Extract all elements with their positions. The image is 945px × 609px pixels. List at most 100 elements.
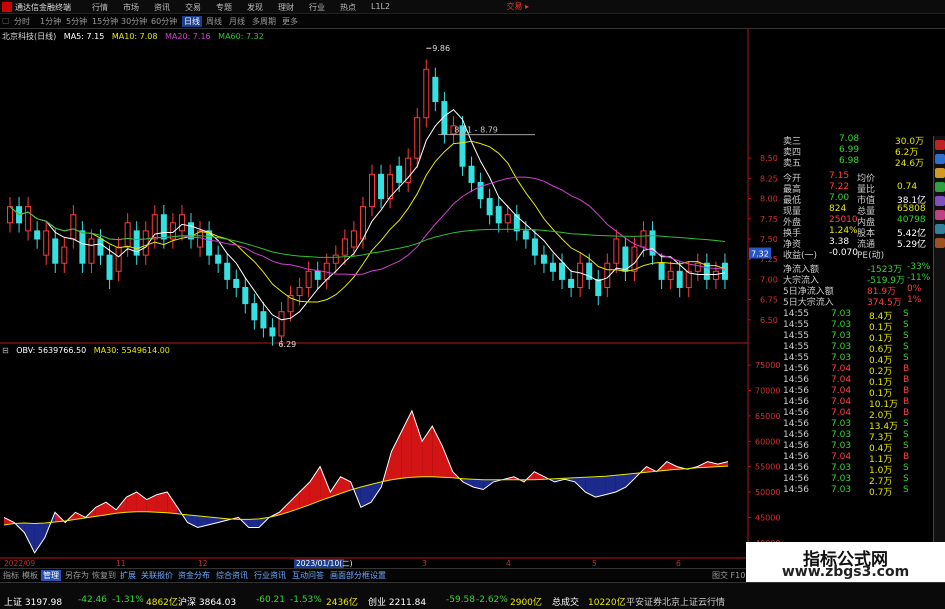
tick-row[interactable]: 14:56 7.04 2.0万 B	[781, 408, 933, 421]
candle-body	[676, 270, 683, 288]
tick-row[interactable]: 14:56 7.04 1.1万 B	[781, 452, 933, 465]
toolbar-finance-icon[interactable]	[935, 182, 945, 192]
stat-value: 7.22	[829, 182, 850, 192]
stat-value: 0.74	[897, 182, 918, 192]
status-item: 10220亿	[588, 598, 626, 608]
candle-body	[34, 230, 41, 240]
stat-value: 7.15	[829, 171, 850, 181]
toolbar-news-icon[interactable]	[935, 168, 945, 178]
candle-body	[106, 254, 113, 280]
tick-time: 14:56	[783, 364, 809, 374]
tick-price: 7.04	[831, 364, 852, 374]
candle-body	[124, 222, 131, 248]
obv-fill-segment	[187, 514, 198, 528]
fund-flow-row: 净流入额 -1523万 -33%	[781, 262, 933, 275]
tick-row[interactable]: 14:56 7.03 0.4万 S	[781, 441, 933, 454]
tick-side: B	[903, 397, 910, 407]
tick-price: 7.04	[831, 386, 852, 396]
tick-row[interactable]: 14:56 7.03 2.7万 S	[781, 474, 933, 487]
tick-price: 7.03	[831, 342, 852, 352]
tick-row[interactable]: 14:56 7.04 0.1万 B	[781, 375, 933, 388]
tick-row[interactable]: 14:56 7.04 0.2万 B	[781, 364, 933, 377]
toolbar-tool-icon[interactable]	[935, 196, 945, 206]
tick-row[interactable]: 14:55 7.03 8.4万 S	[781, 309, 933, 322]
tick-time: 14:56	[783, 441, 809, 451]
tab-fund-distribution[interactable]: 资金分布	[178, 570, 210, 581]
stat-row: 收益(一) -0.070 PE(动)	[781, 248, 933, 261]
candle-body	[423, 68, 430, 119]
tab-related-quotes[interactable]: 关联报价	[141, 570, 173, 581]
time-axis-label: 2022/09	[4, 559, 35, 568]
obv-fill-segment	[432, 426, 443, 478]
candle-body	[160, 214, 167, 240]
tab-f10[interactable]: 图交 F10	[712, 570, 745, 581]
candle-body	[25, 206, 32, 232]
tick-time: 14:56	[783, 430, 809, 440]
tab-save-as[interactable]: 另存为	[65, 570, 89, 581]
status-item: -59.58	[446, 595, 476, 605]
toolbar-rank-icon[interactable]	[935, 238, 945, 248]
candle-body	[233, 278, 240, 288]
tick-row[interactable]: 14:55 7.03 0.4万 S	[781, 353, 933, 366]
stat-row: 外盘 25010 内盘 40798	[781, 215, 933, 228]
tick-row[interactable]: 14:56 7.04 0.1万 B	[781, 386, 933, 399]
status-item: 平安证券北京上证云行情	[626, 598, 726, 608]
toolbar-flow-icon[interactable]	[935, 224, 945, 234]
tick-row[interactable]: 14:56 7.03 1.0万 S	[781, 463, 933, 476]
tick-row[interactable]: 14:56 7.04 10.1万 B	[781, 397, 933, 410]
orderbook-row[interactable]: 卖五 6.98 24.6万	[781, 156, 933, 169]
candle-body	[242, 286, 249, 305]
tick-row[interactable]: 14:55 7.03 0.1万 S	[781, 331, 933, 344]
toolbar-info-icon[interactable]	[935, 154, 945, 164]
candle-body	[115, 246, 122, 272]
candle-body	[396, 165, 403, 183]
toolbar-alert-icon[interactable]	[935, 210, 945, 220]
toolbar-chart-icon[interactable]	[935, 140, 945, 150]
candle-body	[88, 238, 95, 264]
level-annotation: 8.01 - 8.79	[454, 126, 498, 135]
tab-qa[interactable]: 互动问答	[292, 570, 324, 581]
candle-body	[215, 254, 222, 264]
stat-row: 最高 7.22 量比 0.74	[781, 182, 933, 195]
tick-time: 14:56	[783, 408, 809, 418]
tick-price: 7.03	[831, 485, 852, 495]
tick-row[interactable]: 14:55 7.03 0.6万 S	[781, 342, 933, 355]
candle-body	[52, 238, 59, 264]
tab-indicator[interactable]: 指标	[3, 570, 19, 581]
tab-restore[interactable]: 恢复到	[92, 570, 116, 581]
tick-price: 7.03	[831, 419, 852, 429]
stat-value: 824	[829, 204, 847, 214]
orderbook-price: 7.08	[839, 134, 860, 144]
tab-template[interactable]: 模板	[22, 570, 38, 581]
tab-layout-settings[interactable]: 画面部分框设置	[330, 570, 386, 581]
tick-row[interactable]: 14:56 7.03 13.4万 S	[781, 419, 933, 432]
stat-value: 1.24%	[829, 226, 858, 236]
tick-side: S	[903, 463, 909, 473]
tick-row[interactable]: 14:55 7.03 0.1万 S	[781, 320, 933, 333]
tick-price: 7.04	[831, 375, 852, 385]
status-item: 4862亿	[146, 598, 178, 608]
obv-tick-label: 70000	[755, 387, 780, 396]
candle-body	[477, 181, 484, 200]
candle-body	[432, 76, 439, 103]
candle-body	[341, 238, 348, 256]
obv-fill-segment	[34, 522, 45, 553]
orderbook-row[interactable]: 卖三 7.08 30.0万	[781, 134, 933, 147]
tick-side: S	[903, 485, 909, 495]
tick-row[interactable]: 14:56 7.03 0.7万 S	[781, 485, 933, 498]
low-price-annotation: 6.29	[278, 340, 296, 349]
candle-body	[142, 230, 149, 256]
tick-row[interactable]: 14:56 7.03 7.3万 S	[781, 430, 933, 443]
tab-industry-news[interactable]: 行业资讯	[254, 570, 286, 581]
candle-body	[622, 246, 629, 272]
ma5-line	[9, 109, 726, 321]
quote-panel: 卖三 7.08 30.0万 卖四 6.99 6.2万 卖五 6.98 24.6万 今开 7.15 均…	[781, 134, 933, 566]
tab-extend[interactable]: 扩展	[120, 570, 136, 581]
tab-general-news[interactable]: 综合资讯	[216, 570, 248, 581]
tick-side: B	[903, 452, 910, 462]
candle-body	[468, 165, 475, 183]
obv-fill-segment	[136, 492, 147, 512]
candle-body	[540, 254, 547, 264]
tab-manage[interactable]: 管理	[41, 570, 61, 581]
orderbook-row[interactable]: 卖四 6.99 6.2万	[781, 145, 933, 158]
